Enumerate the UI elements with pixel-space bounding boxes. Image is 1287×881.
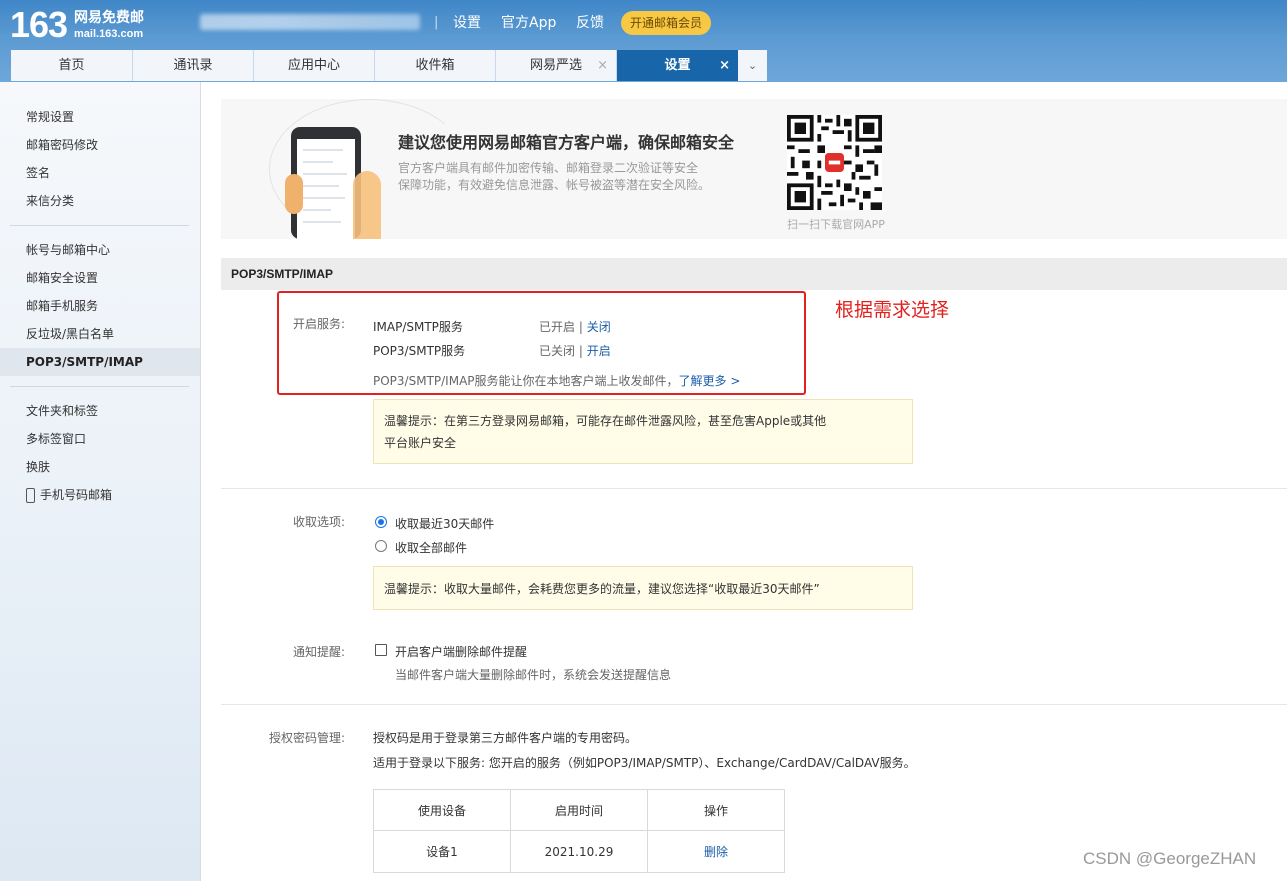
sidebar-item-security[interactable]: 邮箱安全设置	[26, 270, 98, 286]
settings-main: 建议您使用网易邮箱官方客户端，确保邮箱安全 官方客户端具有邮件加密传输、邮箱登录…	[221, 82, 1287, 881]
hand-fingers-illustration	[285, 174, 303, 214]
chevron-down-icon: ⌄	[747, 59, 758, 72]
section-divider	[221, 704, 1287, 705]
tab-home[interactable]: 首页	[11, 50, 133, 81]
radio-recent-30-days[interactable]	[375, 516, 387, 528]
sidebar-item-mail-filter[interactable]: 来信分类	[26, 193, 74, 209]
screen-line	[303, 161, 333, 163]
client-promo-banner: 建议您使用网易邮箱官方客户端，确保邮箱安全 官方客户端具有邮件加密传输、邮箱登录…	[221, 99, 1287, 239]
tab-more-dropdown[interactable]: ⌄	[738, 50, 767, 81]
sidebar-item-anti-spam[interactable]: 反垃圾/黑白名单	[26, 326, 114, 342]
qr-caption: 扫一扫下载官网APP	[787, 218, 885, 231]
banner-description: 保障功能，有效避免信息泄露、帐号被盗等潜在安全风险。	[398, 178, 711, 192]
tab-label: 设置	[664, 58, 691, 73]
tab-label: 通讯录	[173, 58, 213, 73]
qr-code-icon[interactable]	[787, 115, 882, 210]
tab-settings[interactable]: 设置 ×	[617, 50, 738, 81]
notify-description: 当邮件客户端大量删除邮件时，系统会发送提醒信息	[395, 668, 672, 682]
banner-title: 建议您使用网易邮箱官方客户端，确保邮箱安全	[398, 133, 735, 152]
screen-line	[303, 173, 347, 175]
section-title: POP3/SMTP/IMAP	[221, 258, 1287, 290]
settings-sidebar: 常规设置 邮箱密码修改 签名 来信分类 帐号与邮箱中心 邮箱安全设置 邮箱手机服…	[0, 82, 201, 881]
header-link-feedback[interactable]: 反馈	[576, 14, 604, 32]
screen-line	[303, 149, 343, 151]
annotation-text: 根据需求选择	[835, 299, 950, 321]
delete-device-link[interactable]: 删除	[647, 830, 785, 873]
traffic-tip: 温馨提示：收取大量邮件，会耗费您更多的流量，建议您选择“收取最近30天邮件”	[373, 566, 913, 610]
sidebar-item-signature[interactable]: 签名	[26, 165, 50, 181]
section-divider	[221, 488, 1287, 489]
logo-number[interactable]: 163	[10, 5, 68, 45]
close-icon[interactable]: ×	[597, 50, 608, 81]
tab-label: 首页	[58, 58, 85, 73]
sidebar-divider	[10, 386, 189, 387]
sidebar-item-folders-labels[interactable]: 文件夹和标签	[26, 403, 98, 419]
tab-contacts[interactable]: 通讯录	[133, 50, 254, 81]
tip-line: 平台账户安全	[384, 436, 457, 450]
sidebar-item-account-center[interactable]: 帐号与邮箱中心	[26, 242, 110, 258]
tab-label: 应用中心	[287, 58, 340, 73]
account-name-blurred[interactable]	[200, 14, 420, 30]
sidebar-item-multi-tab[interactable]: 多标签窗口	[26, 431, 86, 447]
table-header-row: 使用设备 启用时间 操作	[373, 789, 785, 831]
sidebar-item-password[interactable]: 邮箱密码修改	[26, 137, 98, 153]
radio-label[interactable]: 收取最近30天邮件	[395, 515, 494, 532]
screen-line	[303, 185, 339, 187]
tab-bar: 首页 通讯录 应用中心 收件箱 网易严选 × 设置 × ⌄	[11, 50, 767, 82]
security-tip: 温馨提示：在第三方登录网易邮箱，可能存在邮件泄露风险，甚至危害Apple或其他 …	[373, 399, 913, 464]
phone-screen-illustration	[297, 139, 355, 239]
tab-app-center[interactable]: 应用中心	[254, 50, 375, 81]
notify-label: 通知提醒:	[293, 645, 346, 659]
header-link-official-app[interactable]: 官方App	[501, 14, 556, 32]
header-separator: |	[434, 15, 439, 30]
column-header-device: 使用设备	[373, 789, 511, 831]
logo-domain[interactable]: mail.163.com	[74, 28, 143, 41]
column-header-action: 操作	[647, 789, 785, 831]
screen-line	[303, 221, 341, 223]
hand-illustration	[353, 171, 381, 239]
tip-line: 温馨提示：在第三方登录网易邮箱，可能存在邮件泄露风险，甚至危害Apple或其他	[384, 414, 827, 428]
tab-yanxuan[interactable]: 网易严选 ×	[496, 50, 617, 81]
cell-device: 设备1	[373, 830, 511, 873]
watermark: CSDN @GeorgeZHAN	[1083, 849, 1257, 868]
tab-inbox[interactable]: 收件箱	[375, 50, 496, 81]
close-icon[interactable]: ×	[719, 50, 730, 81]
sidebar-item-general[interactable]: 常规设置	[26, 109, 74, 125]
sidebar-divider	[10, 225, 189, 226]
mobile-phone-icon	[26, 488, 35, 503]
auth-code-label: 授权密码管理:	[269, 731, 346, 745]
sidebar-item-skin[interactable]: 换肤	[26, 459, 50, 475]
column-header-time: 启用时间	[510, 789, 648, 831]
table-row: 设备1 2021.10.29 删除	[373, 830, 785, 873]
radio-all-mail[interactable]	[375, 540, 387, 552]
delete-alert-checkbox[interactable]	[375, 644, 387, 656]
sidebar-item-phone-mailbox[interactable]: 手机号码邮箱	[40, 487, 112, 503]
auth-description: 适用于登录以下服务: 您开启的服务（例如POP3/IMAP/SMTP）、Exch…	[373, 756, 916, 770]
header-link-settings[interactable]: 设置	[453, 14, 481, 32]
checkbox-label[interactable]: 开启客户端删除邮件提醒	[395, 643, 527, 660]
cell-time: 2021.10.29	[510, 830, 648, 873]
logo-name[interactable]: 网易免费邮	[74, 10, 144, 26]
highlight-box	[277, 291, 806, 395]
radio-label[interactable]: 收取全部邮件	[395, 539, 467, 556]
receive-options-label: 收取选项:	[293, 515, 346, 529]
auth-description: 授权码是用于登录第三方邮件客户端的专用密码。	[373, 731, 638, 745]
vip-membership-button[interactable]: 开通邮箱会员	[621, 11, 711, 35]
auth-device-table: 使用设备 启用时间 操作 设备1 2021.10.29 删除	[373, 789, 785, 873]
tab-label: 收件箱	[415, 58, 455, 73]
top-header: 163 网易免费邮 mail.163.com | 设置 官方App 反馈 开通邮…	[0, 0, 1287, 82]
sidebar-item-pop3-smtp-imap[interactable]: POP3/SMTP/IMAP	[0, 348, 200, 376]
banner-description: 官方客户端具有邮件加密传输、邮箱登录二次验证等安全	[398, 161, 699, 175]
screen-line	[303, 209, 331, 211]
sidebar-item-mobile-service[interactable]: 邮箱手机服务	[26, 298, 98, 314]
tab-label: 网易严选	[529, 58, 582, 73]
screen-line	[303, 197, 345, 199]
